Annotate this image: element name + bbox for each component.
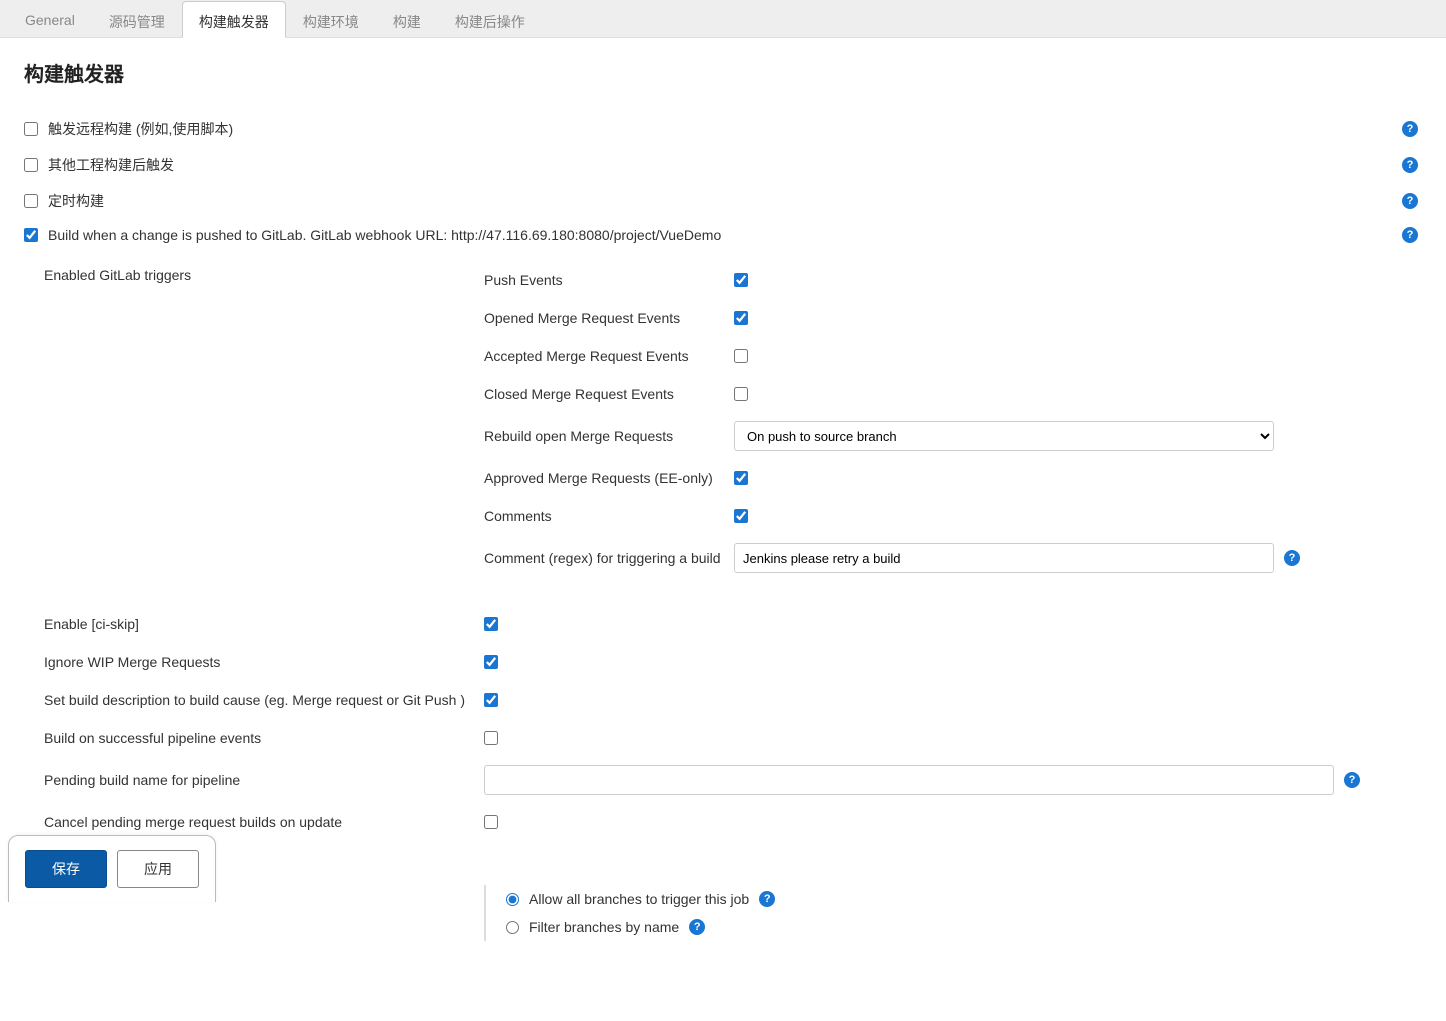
push-events-checkbox[interactable] xyxy=(734,273,748,287)
section-title: 构建触发器 xyxy=(24,58,1422,87)
rebuild-open-mr-select[interactable]: On push to source branch xyxy=(734,421,1274,451)
closed-mr-label: Closed Merge Request Events xyxy=(484,386,734,402)
enable-ci-skip-row: Enable [ci-skip] xyxy=(44,605,1422,643)
build-on-pipeline-checkbox[interactable] xyxy=(484,731,498,745)
opened-mr-checkbox[interactable] xyxy=(734,311,748,325)
trigger-remote-checkbox[interactable] xyxy=(24,122,38,136)
help-icon[interactable]: ? xyxy=(1402,157,1418,173)
help-icon[interactable]: ? xyxy=(689,919,705,935)
push-events-row: Push Events xyxy=(484,261,1422,299)
opened-mr-row: Opened Merge Request Events xyxy=(484,299,1422,337)
enable-ci-skip-checkbox[interactable] xyxy=(484,617,498,631)
approved-mr-label: Approved Merge Requests (EE-only) xyxy=(484,470,734,486)
set-build-desc-row: Set build description to build cause (eg… xyxy=(44,681,1422,719)
accepted-mr-label: Accepted Merge Request Events xyxy=(484,348,734,364)
comments-checkbox[interactable] xyxy=(734,509,748,523)
filter-branches-radio[interactable] xyxy=(506,921,519,934)
set-build-desc-checkbox[interactable] xyxy=(484,693,498,707)
help-icon[interactable]: ? xyxy=(1402,227,1418,243)
pending-build-name-row: Pending build name for pipeline ? xyxy=(44,757,1422,803)
closed-mr-checkbox[interactable] xyxy=(734,387,748,401)
trigger-timed-row: 定时构建 ? xyxy=(24,183,1422,219)
comment-regex-row: Comment (regex) for triggering a build ? xyxy=(484,535,1422,581)
help-icon[interactable]: ? xyxy=(759,891,775,907)
comments-label: Comments xyxy=(484,508,734,524)
tab-general[interactable]: General xyxy=(8,1,92,38)
allow-all-branches-radio[interactable] xyxy=(506,893,519,906)
apply-button[interactable]: 应用 xyxy=(117,850,199,888)
trigger-remote-row: 触发远程构建 (例如,使用脚本) ? xyxy=(24,111,1422,147)
ignore-wip-checkbox[interactable] xyxy=(484,655,498,669)
trigger-remote-label: 触发远程构建 (例如,使用脚本) xyxy=(48,119,1422,139)
tab-source[interactable]: 源码管理 xyxy=(92,1,182,38)
approved-mr-checkbox[interactable] xyxy=(734,471,748,485)
tabs-bar: General 源码管理 构建触发器 构建环境 构建 构建后操作 xyxy=(0,0,1446,38)
allowed-branches-section: Allow all branches to trigger this job ?… xyxy=(484,885,1422,941)
build-on-pipeline-label: Build on successful pipeline events xyxy=(44,730,484,746)
help-icon[interactable]: ? xyxy=(1402,121,1418,137)
pending-build-name-label: Pending build name for pipeline xyxy=(44,772,484,788)
approved-mr-row: Approved Merge Requests (EE-only) xyxy=(484,459,1422,497)
help-icon[interactable]: ? xyxy=(1402,193,1418,209)
save-button[interactable]: 保存 xyxy=(25,850,107,888)
trigger-timed-checkbox[interactable] xyxy=(24,194,38,208)
rebuild-open-mr-row: Rebuild open Merge Requests On push to s… xyxy=(484,413,1422,459)
trigger-after-other-row: 其他工程构建后触发 ? xyxy=(24,147,1422,183)
comments-row: Comments xyxy=(484,497,1422,535)
ignore-wip-row: Ignore WIP Merge Requests xyxy=(44,643,1422,681)
cancel-pending-row: Cancel pending merge request builds on u… xyxy=(44,803,1422,841)
filter-branches-label: Filter branches by name xyxy=(529,919,679,935)
set-build-desc-label: Set build description to build cause (eg… xyxy=(44,692,484,708)
help-icon[interactable]: ? xyxy=(1284,550,1300,566)
allowed-branches-row: Allowed branches xyxy=(44,841,1422,879)
pending-build-name-input[interactable] xyxy=(484,765,1334,795)
gitlab-options-section: Enable [ci-skip] Ignore WIP Merge Reques… xyxy=(44,605,1422,879)
accepted-mr-checkbox[interactable] xyxy=(734,349,748,363)
trigger-gitlab-row: Build when a change is pushed to GitLab.… xyxy=(24,219,1422,251)
help-icon[interactable]: ? xyxy=(1344,772,1360,788)
enable-ci-skip-label: Enable [ci-skip] xyxy=(44,616,484,632)
trigger-gitlab-label: Build when a change is pushed to GitLab.… xyxy=(48,227,1422,243)
trigger-after-other-checkbox[interactable] xyxy=(24,158,38,172)
comment-regex-label: Comment (regex) for triggering a build xyxy=(484,550,734,566)
comment-regex-input[interactable] xyxy=(734,543,1274,573)
allow-all-branches-row: Allow all branches to trigger this job ? xyxy=(506,885,1422,913)
closed-mr-row: Closed Merge Request Events xyxy=(484,375,1422,413)
ignore-wip-label: Ignore WIP Merge Requests xyxy=(44,654,484,670)
tab-build[interactable]: 构建 xyxy=(376,1,438,38)
rebuild-open-mr-label: Rebuild open Merge Requests xyxy=(484,428,734,444)
trigger-timed-label: 定时构建 xyxy=(48,191,1422,211)
gitlab-triggers-section: Enabled GitLab triggers Push Events Open… xyxy=(44,261,1422,581)
cancel-pending-checkbox[interactable] xyxy=(484,815,498,829)
push-events-label: Push Events xyxy=(484,272,734,288)
tab-postbuild[interactable]: 构建后操作 xyxy=(438,1,542,38)
filter-branches-row: Filter branches by name ? xyxy=(506,913,1422,941)
bottom-action-bar: 保存 应用 xyxy=(8,835,216,902)
opened-mr-label: Opened Merge Request Events xyxy=(484,310,734,326)
trigger-after-other-label: 其他工程构建后触发 xyxy=(48,155,1422,175)
build-on-pipeline-row: Build on successful pipeline events xyxy=(44,719,1422,757)
cancel-pending-label: Cancel pending merge request builds on u… xyxy=(44,814,484,830)
accepted-mr-row: Accepted Merge Request Events xyxy=(484,337,1422,375)
tab-env[interactable]: 构建环境 xyxy=(286,1,376,38)
gitlab-section-label: Enabled GitLab triggers xyxy=(44,267,191,283)
allow-all-branches-label: Allow all branches to trigger this job xyxy=(529,891,749,907)
trigger-gitlab-checkbox[interactable] xyxy=(24,228,38,242)
tab-triggers[interactable]: 构建触发器 xyxy=(182,1,286,38)
